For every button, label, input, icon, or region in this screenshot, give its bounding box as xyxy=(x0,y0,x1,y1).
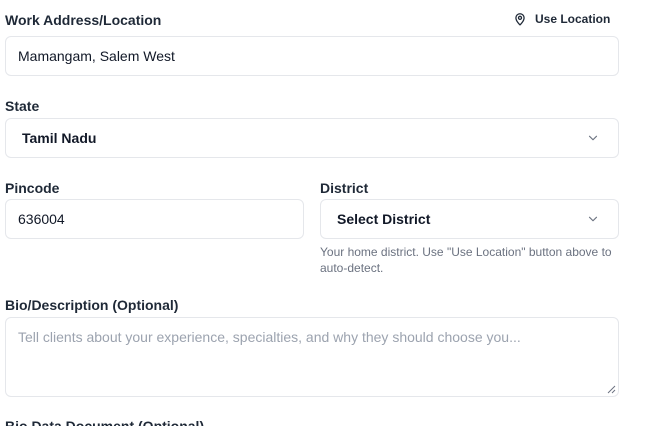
state-label: State xyxy=(5,98,40,114)
resize-handle-icon[interactable] xyxy=(606,384,616,394)
pincode-label: Pincode xyxy=(5,180,60,196)
district-select[interactable]: Select District xyxy=(320,199,619,239)
profile-form: Work Address/Location Use Location Maman… xyxy=(0,0,650,426)
state-selected-value: Tamil Nadu xyxy=(22,130,97,146)
chevron-down-icon xyxy=(588,135,598,141)
district-helper-text: Your home district. Use "Use Location" b… xyxy=(320,245,612,275)
bio-placeholder: Tell clients about your experience, spec… xyxy=(18,329,521,345)
pincode-value: 636004 xyxy=(18,211,65,227)
map-pin-icon xyxy=(515,13,525,26)
use-location-button[interactable]: Use Location xyxy=(513,11,610,27)
bio-data-document-label: Bio Data Document (Optional) xyxy=(5,418,205,426)
state-select[interactable]: Tamil Nadu xyxy=(5,118,619,158)
bio-label: Bio/Description (Optional) xyxy=(5,297,179,313)
work-address-label: Work Address/Location xyxy=(5,12,162,28)
use-location-label: Use Location xyxy=(535,12,611,26)
district-selected-value: Select District xyxy=(337,211,431,227)
bio-textarea[interactable]: Tell clients about your experience, spec… xyxy=(5,317,619,397)
work-address-input[interactable]: Mamangam, Salem West xyxy=(5,36,619,76)
pincode-input[interactable]: 636004 xyxy=(5,199,304,239)
chevron-down-icon xyxy=(588,216,598,222)
district-label: District xyxy=(320,180,369,196)
work-address-value: Mamangam, Salem West xyxy=(18,48,175,64)
